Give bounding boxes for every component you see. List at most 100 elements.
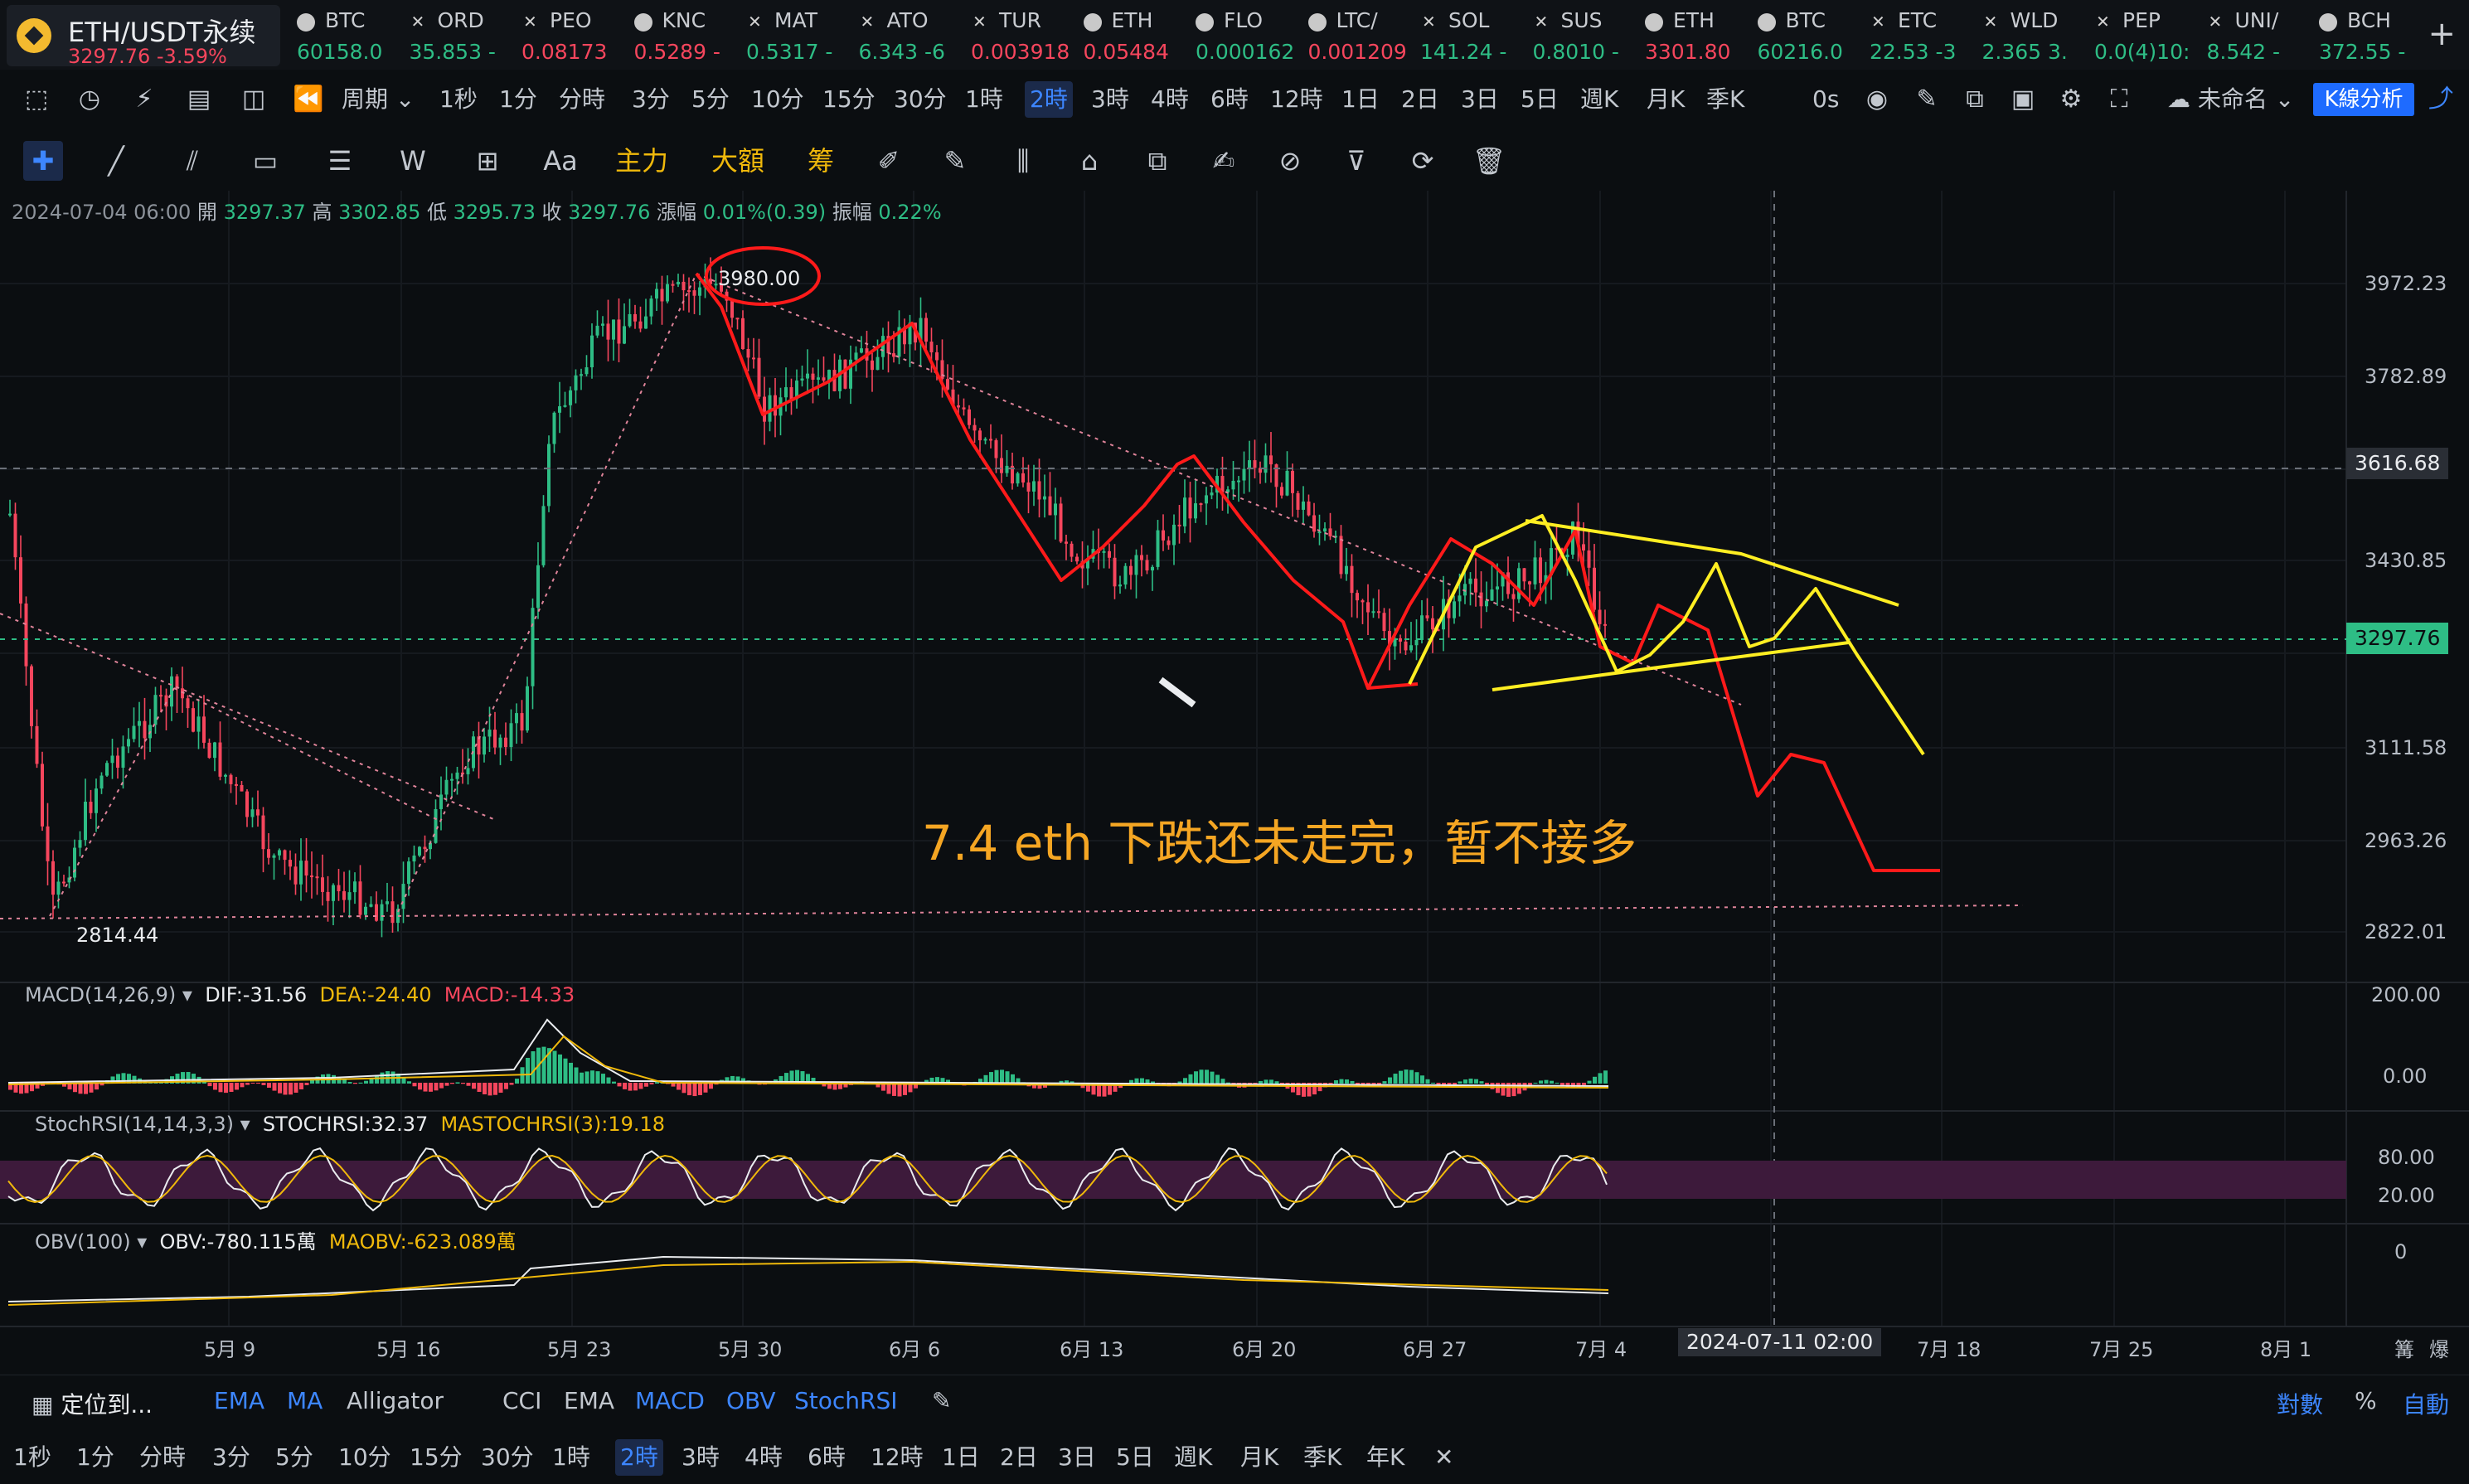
settings-icon[interactable]: ⚙ xyxy=(2053,81,2089,118)
trendline-icon[interactable]: ╱ xyxy=(96,141,136,181)
edit-icon[interactable]: ✍ xyxy=(1204,141,1244,181)
symbol-selector[interactable]: ETH/USDT永续 3297.76 -3.59% xyxy=(7,5,280,68)
interval-option[interactable]: 10分 xyxy=(751,81,804,118)
interval-option[interactable]: 30分 xyxy=(894,81,947,118)
ticker-item[interactable]: KNC 0.5289 - xyxy=(629,5,739,66)
stochrsi-legend[interactable]: StochRSI(14,14,3,3) ▾ STOCHRSI:32.37 MAS… xyxy=(35,1113,665,1136)
ticker-item[interactable]: ETH 0.05484 xyxy=(1079,5,1188,66)
chart-annotation[interactable]: 7.4 eth 下跌还未走完，暂不接多 xyxy=(922,804,1637,874)
bottom-interval-option[interactable]: 1時 xyxy=(552,1439,590,1476)
bottom-interval-option[interactable]: 2日 xyxy=(1000,1439,1038,1476)
interval-option[interactable]: 5分 xyxy=(691,81,730,118)
kline-analysis-button[interactable]: K線分析 xyxy=(2313,83,2414,116)
interval-option[interactable]: 5日 xyxy=(1521,81,1559,118)
bottom-interval-option[interactable]: 5分 xyxy=(275,1439,313,1476)
bars-icon[interactable]: ⫼ xyxy=(1003,141,1043,181)
interval-option[interactable]: 12時 xyxy=(1270,81,1323,118)
brush-icon[interactable]: ✎ xyxy=(935,141,975,181)
layout-name-dropdown[interactable]: ☁ 未命名 ⌄ xyxy=(2167,81,2294,118)
bottom-interval-option[interactable]: 15分 xyxy=(410,1439,463,1476)
interval-option[interactable]: 月K xyxy=(1647,81,1685,118)
interval-option[interactable]: 週K xyxy=(1580,81,1618,118)
crosshair-icon[interactable]: ✚ xyxy=(23,141,63,181)
share-icon[interactable]: ⤴ xyxy=(2423,81,2459,118)
bottom-interval-option[interactable]: 3分 xyxy=(212,1439,250,1476)
bottom-interval-option[interactable]: 5日 xyxy=(1116,1439,1154,1476)
copy-icon[interactable]: ⧉ xyxy=(1137,141,1177,181)
fullscreen-icon[interactable]: ⛶ xyxy=(2101,81,2137,118)
interval-option[interactable]: 2日 xyxy=(1401,81,1439,118)
bottom-interval-option[interactable]: 3時 xyxy=(682,1439,720,1476)
bottom-interval-option[interactable]: 1日 xyxy=(942,1439,980,1476)
ticker-item[interactable]: FLO 0.000162 xyxy=(1191,5,1300,66)
sub-indicator-ema[interactable]: EMA xyxy=(564,1387,614,1414)
camera-icon[interactable]: ◉ xyxy=(1859,81,1895,118)
interval-option[interactable]: 3時 xyxy=(1091,81,1129,118)
add-tab-icon[interactable]: + xyxy=(2428,15,2456,53)
ticker-item[interactable]: TUR 0.003918 xyxy=(966,5,1075,66)
alert-icon[interactable]: ⚡ xyxy=(126,81,162,118)
ticker-item[interactable]: ORD 35.853 - xyxy=(405,5,514,66)
fib-icon[interactable]: ☰ xyxy=(320,141,360,181)
channel-icon[interactable]: ⫽ xyxy=(172,141,212,181)
interval-option[interactable]: 6時 xyxy=(1210,81,1249,118)
ticker-item[interactable]: WLD 2.365 3. xyxy=(1977,5,2087,66)
layout-icon[interactable]: ◫ xyxy=(235,81,272,118)
bottom-interval-option[interactable]: 分時 xyxy=(139,1439,186,1476)
ticker-item[interactable]: MAT 0.5317 - xyxy=(741,5,851,66)
interval-option[interactable]: 2時 xyxy=(1025,81,1073,118)
ticker-item[interactable]: LTC/0.001209 xyxy=(1303,5,1413,66)
sync-icon[interactable]: ⟳ xyxy=(1403,141,1443,181)
wave-icon[interactable]: W xyxy=(393,141,433,181)
bottom-interval-option[interactable]: 年K xyxy=(1366,1439,1404,1476)
log-scale-toggle[interactable]: 對數 xyxy=(2277,1387,2323,1420)
main-indicator-ema[interactable]: EMA xyxy=(214,1387,264,1414)
main-indicator-ma[interactable]: MA xyxy=(287,1387,323,1414)
close-icon[interactable]: ✕ xyxy=(1434,1439,1453,1476)
percent-scale-toggle[interactable]: % xyxy=(2355,1387,2377,1414)
interval-option[interactable]: 1時 xyxy=(965,81,1003,118)
axis-right-label[interactable]: 篝 xyxy=(2394,1333,2414,1362)
rectangle-icon[interactable]: ▭ xyxy=(245,141,285,181)
ticker-item[interactable]: ETH 3301.80 xyxy=(1640,5,1749,66)
interval-option[interactable]: 15分 xyxy=(822,81,876,118)
trash-icon[interactable]: 🗑 xyxy=(1469,141,1509,181)
ticker-item[interactable]: SUS 0.8010 - xyxy=(1528,5,1637,66)
edit-indicators-icon[interactable]: ✎ xyxy=(932,1387,951,1414)
big-order-label[interactable]: 大額 xyxy=(711,141,764,181)
ticker-item[interactable]: PEO 0.08173 xyxy=(517,5,626,66)
axis-right-label[interactable]: 爆 xyxy=(2429,1333,2449,1362)
sub-indicator-macd[interactable]: MACD xyxy=(635,1387,705,1414)
bottom-interval-option[interactable]: 10分 xyxy=(338,1439,391,1476)
lock-icon[interactable]: ⌂ xyxy=(1070,141,1109,181)
bottom-interval-option[interactable]: 6時 xyxy=(808,1439,846,1476)
main-force-label[interactable]: 主力 xyxy=(615,141,668,181)
seconds-label[interactable]: 0s xyxy=(1812,81,1839,118)
replay-icon[interactable]: ⏪ xyxy=(290,81,327,118)
filter-icon[interactable]: ⊽ xyxy=(1336,141,1376,181)
chart-type-icon[interactable]: ⬚ xyxy=(18,81,55,118)
period-dropdown[interactable]: 周期 ⌄ xyxy=(342,81,415,118)
interval-option[interactable]: 1秒 xyxy=(439,81,478,118)
ruler-icon[interactable]: ✐ xyxy=(869,141,909,181)
calendar-icon[interactable]: ▤ xyxy=(181,81,217,118)
interval-option[interactable]: 1分 xyxy=(499,81,537,118)
sub-indicator-obv[interactable]: OBV xyxy=(726,1387,776,1414)
interval-option[interactable]: 季K xyxy=(1706,81,1744,118)
ticker-item[interactable]: BTC 60158.0 xyxy=(292,5,401,66)
bottom-interval-option[interactable]: 2時 xyxy=(615,1439,663,1476)
bottom-interval-option[interactable]: 1秒 xyxy=(13,1439,51,1476)
chip-label[interactable]: 筹 xyxy=(808,141,834,181)
ticker-item[interactable]: UNI/8.542 - xyxy=(2202,5,2311,66)
ticker-item[interactable]: BCH 372.55 - xyxy=(2314,5,2423,66)
bottom-interval-option[interactable]: 週K xyxy=(1174,1439,1212,1476)
interval-option[interactable]: 4時 xyxy=(1151,81,1189,118)
bottom-interval-option[interactable]: 季K xyxy=(1303,1439,1341,1476)
clock-icon[interactable]: ◷ xyxy=(71,81,108,118)
ticker-item[interactable]: SOL 141.24 - xyxy=(1415,5,1525,66)
bottom-interval-option[interactable]: 3日 xyxy=(1058,1439,1096,1476)
bottom-interval-option[interactable]: 12時 xyxy=(871,1439,924,1476)
interval-option[interactable]: 3日 xyxy=(1461,81,1499,118)
ticker-item[interactable]: ATO 6.343 -6 xyxy=(854,5,963,66)
auto-scale-toggle[interactable]: 自動 xyxy=(2403,1387,2449,1420)
